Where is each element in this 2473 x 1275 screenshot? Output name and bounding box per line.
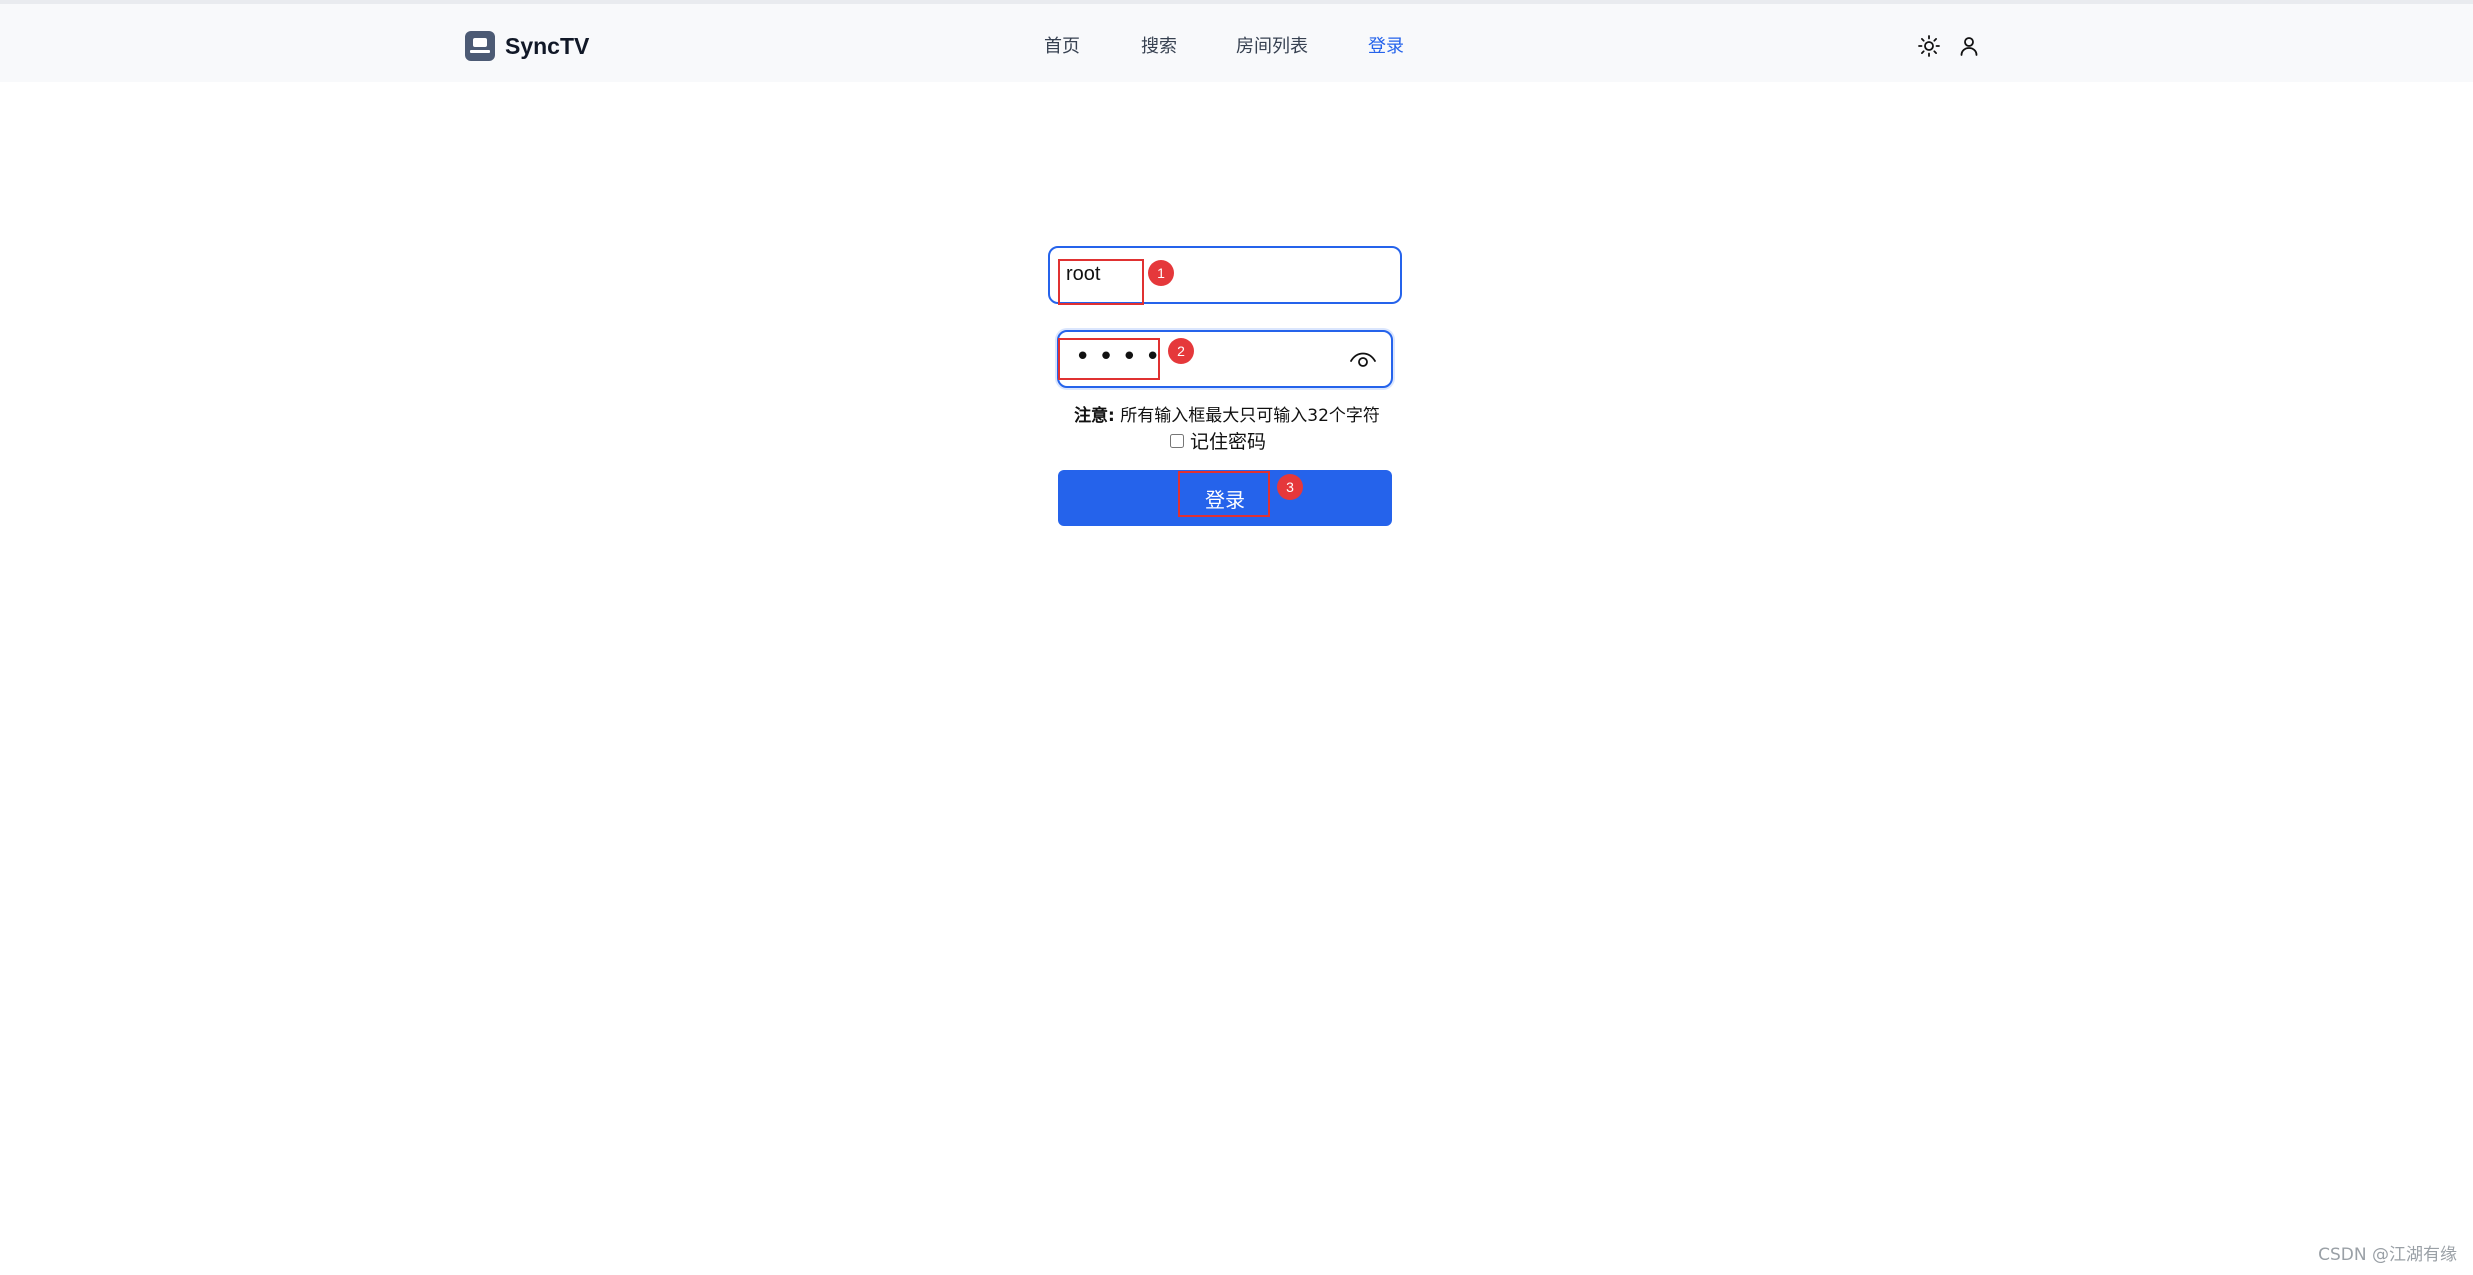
password-input[interactable]: •••• (1075, 342, 1168, 372)
annotation-badge-1: 1 (1148, 260, 1174, 286)
input-limit-note: 注意: 所有输入框最大只可输入32个字符 (1062, 401, 1392, 426)
login-button[interactable]: 登录 (1058, 470, 1392, 526)
remember-password[interactable]: 记住密码 (1170, 427, 1266, 454)
username-field[interactable] (1048, 246, 1402, 304)
tv-logo-icon (465, 31, 495, 61)
nav-room-list[interactable]: 房间列表 (1236, 32, 1308, 58)
password-field[interactable]: •••• (1057, 330, 1393, 388)
username-input[interactable] (1066, 263, 1316, 286)
eye-icon[interactable] (1349, 348, 1377, 372)
annotation-badge-3: 3 (1277, 474, 1303, 500)
sun-icon[interactable] (1917, 34, 1941, 58)
note-label: 注意: (1074, 406, 1115, 426)
brand-name: SyncTV (505, 32, 590, 59)
page: SyncTV 首页 搜索 房间列表 登录 •••• (0, 0, 2473, 1275)
watermark: CSDN @江湖有缘 (2318, 1245, 2457, 1265)
user-icon[interactable] (1957, 34, 1981, 58)
note-text: 所有输入框最大只可输入32个字符 (1120, 406, 1380, 426)
nav-search[interactable]: 搜索 (1141, 32, 1177, 58)
header: SyncTV 首页 搜索 房间列表 登录 (0, 4, 2473, 82)
nav-home[interactable]: 首页 (1044, 32, 1080, 58)
annotation-badge-2: 2 (1168, 338, 1194, 364)
remember-password-checkbox[interactable] (1170, 433, 1184, 448)
nav-login[interactable]: 登录 (1368, 32, 1404, 58)
remember-password-label: 记住密码 (1190, 431, 1267, 453)
brand[interactable]: SyncTV (465, 30, 589, 62)
